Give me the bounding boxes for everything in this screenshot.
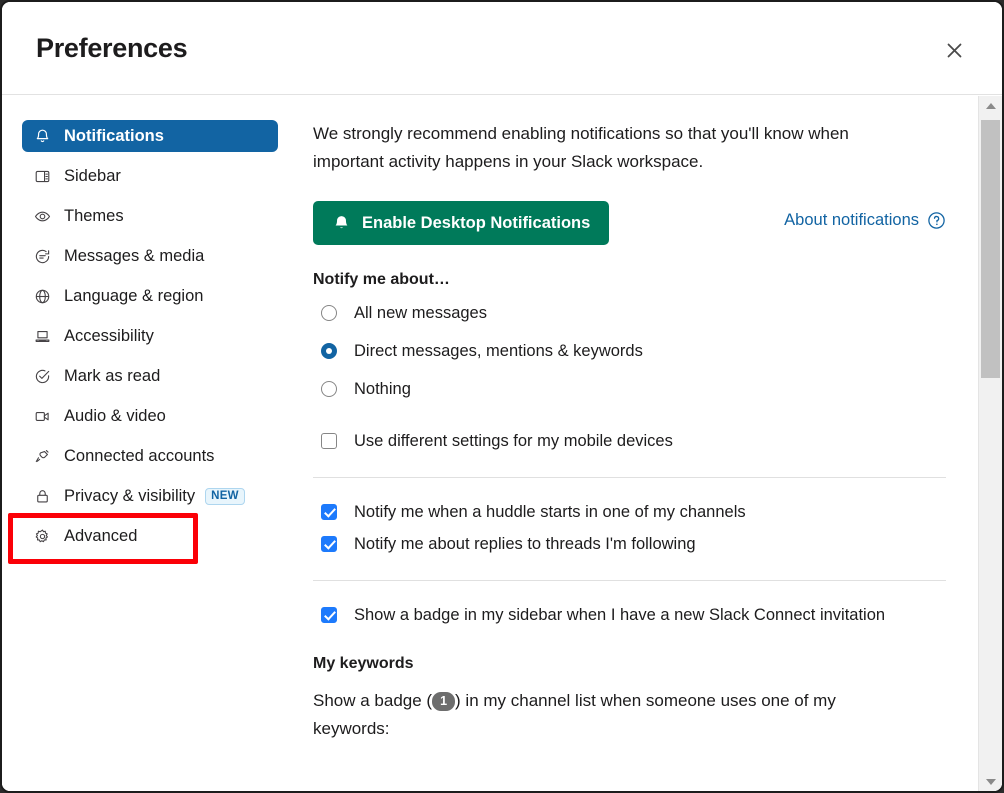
- sidebar-item-advanced[interactable]: Advanced: [22, 520, 278, 552]
- notify-me-about-heading: Notify me about…: [313, 271, 450, 289]
- checkbox-label: Notify me when a huddle starts in one of…: [354, 502, 746, 521]
- radio-control[interactable]: [320, 304, 338, 322]
- sidebar-item-notifications[interactable]: Notifications: [22, 120, 278, 152]
- chat-bubble-icon: [32, 246, 52, 266]
- sidebar-item-label: Notifications: [64, 126, 164, 145]
- scrollbar-thumb[interactable]: [981, 120, 1000, 378]
- about-notifications-link[interactable]: About notifications: [784, 211, 946, 230]
- video-camera-icon: [32, 406, 52, 426]
- sidebar-item-accessibility[interactable]: Accessibility: [22, 320, 278, 352]
- eye-icon: [32, 206, 52, 226]
- sidebar-item-label: Audio & video: [64, 406, 166, 425]
- sidebar-item-label: Sidebar: [64, 166, 121, 185]
- radio-all-new-messages[interactable]: All new messages: [313, 299, 978, 327]
- dialog-body: Notifications Sidebar Themes Messages & …: [2, 96, 1002, 791]
- sidebar-item-label: Language & region: [64, 286, 204, 305]
- preferences-sidebar: Notifications Sidebar Themes Messages & …: [2, 96, 302, 791]
- sidebar-item-label: Connected accounts: [64, 446, 215, 465]
- checkbox-label: Use different settings for my mobile dev…: [354, 431, 673, 450]
- sidebar-layout-icon: [32, 166, 52, 186]
- preferences-window: Preferences Notifications Sidebar Themes…: [0, 0, 1004, 793]
- plug-icon: [32, 446, 52, 466]
- sidebar-item-connected-accounts[interactable]: Connected accounts: [22, 440, 278, 472]
- sidebar-item-label: Mark as read: [64, 366, 161, 385]
- radio-label: Nothing: [354, 379, 411, 398]
- about-link-label: About notifications: [784, 211, 919, 230]
- enable-desktop-notifications-button[interactable]: Enable Desktop Notifications: [313, 201, 610, 246]
- sidebar-item-label: Accessibility: [64, 326, 154, 345]
- check-circle-icon: [32, 366, 52, 386]
- cta-row: Enable Desktop Notifications About notif…: [313, 201, 946, 246]
- intro-text: We strongly recommend enabling notificat…: [313, 124, 849, 171]
- sidebar-item-label: Advanced: [64, 526, 138, 545]
- keywords-description: Show a badge (1) in my channel list when…: [313, 687, 913, 742]
- radio-direct-messages-mentions-keywords[interactable]: Direct messages, mentions & keywords: [313, 337, 978, 365]
- checkbox-label: Notify me about replies to threads I'm f…: [354, 534, 696, 553]
- question-circle-icon: [927, 211, 946, 230]
- checkbox-control[interactable]: [320, 432, 338, 450]
- checkbox-slack-connect-badge[interactable]: Show a badge in my sidebar when I have a…: [313, 601, 978, 629]
- bell-icon: [32, 126, 52, 146]
- sidebar-item-mark-as-read[interactable]: Mark as read: [22, 360, 278, 392]
- enable-button-label: Enable Desktop Notifications: [362, 213, 591, 232]
- checkbox-huddle-start[interactable]: Notify me when a huddle starts in one of…: [313, 498, 978, 526]
- checkbox-thread-replies[interactable]: Notify me about replies to threads I'm f…: [313, 530, 978, 558]
- radio-control[interactable]: [320, 380, 338, 398]
- checkbox-mobile-settings[interactable]: Use different settings for my mobile dev…: [313, 427, 978, 455]
- sidebar-item-privacy-visibility[interactable]: Privacy & visibility NEW: [22, 480, 278, 512]
- page-title: Preferences: [36, 33, 188, 63]
- lock-icon: [32, 486, 52, 506]
- sidebar-item-audio-video[interactable]: Audio & video: [22, 400, 278, 432]
- sidebar-item-language-region[interactable]: Language & region: [22, 280, 278, 312]
- checkbox-control[interactable]: [320, 503, 338, 521]
- status-badge-new: NEW: [205, 487, 245, 505]
- globe-icon: [32, 286, 52, 306]
- checkbox-control[interactable]: [320, 606, 338, 624]
- vertical-scrollbar[interactable]: [978, 96, 1002, 791]
- checkbox-control[interactable]: [320, 535, 338, 553]
- divider: [313, 477, 946, 479]
- keyword-count-badge: 1: [432, 692, 456, 712]
- radio-label: Direct messages, mentions & keywords: [354, 341, 643, 360]
- sidebar-item-label: Themes: [64, 206, 124, 225]
- chevron-up-icon[interactable]: [979, 96, 1002, 115]
- close-icon[interactable]: [938, 34, 970, 66]
- sidebar-item-messages-media[interactable]: Messages & media: [22, 240, 278, 272]
- sidebar-item-label: Messages & media: [64, 246, 205, 265]
- notifications-panel: We strongly recommend enabling notificat…: [302, 96, 978, 791]
- my-keywords-heading: My keywords: [313, 655, 414, 673]
- sidebar-item-label: Privacy & visibility: [64, 486, 196, 505]
- sidebar-item-themes[interactable]: Themes: [22, 200, 278, 232]
- dialog-header: Preferences: [2, 2, 1002, 95]
- checkbox-label: Show a badge in my sidebar when I have a…: [354, 605, 886, 624]
- radio-control[interactable]: [320, 342, 338, 360]
- radio-label: All new messages: [354, 303, 487, 322]
- bell-icon: [332, 214, 351, 233]
- keyboard-icon: [32, 326, 52, 346]
- radio-nothing[interactable]: Nothing: [313, 375, 978, 403]
- divider: [313, 580, 946, 582]
- sidebar-item-sidebar[interactable]: Sidebar: [22, 160, 278, 192]
- gear-icon: [32, 526, 52, 546]
- keywords-text-before: Show a badge (: [313, 691, 433, 711]
- chevron-down-icon[interactable]: [979, 772, 1002, 791]
